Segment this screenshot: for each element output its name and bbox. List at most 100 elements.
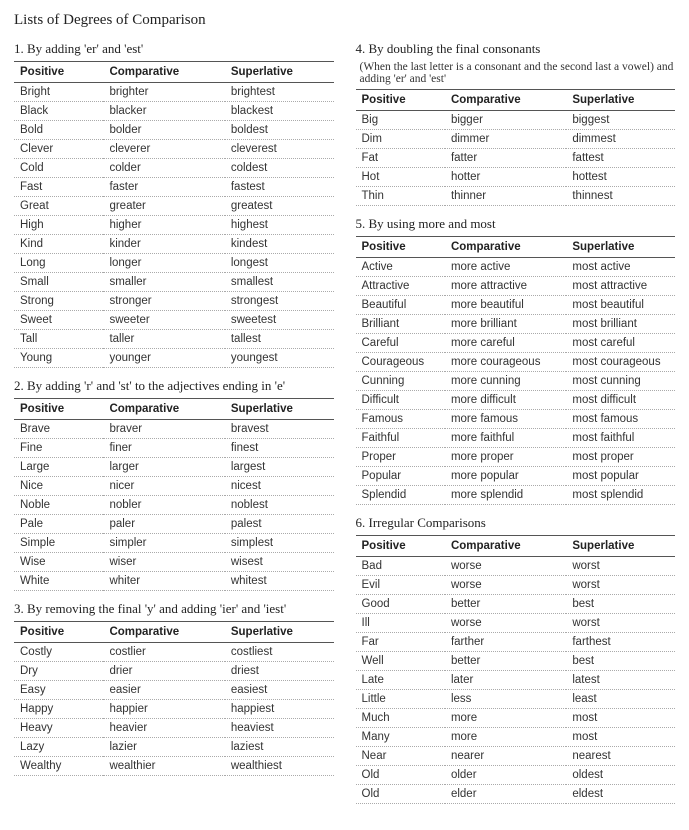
cell-comparative: later bbox=[445, 671, 566, 690]
column-header-comparative: Comparative bbox=[445, 237, 566, 258]
table-row: Costlycostliercostliest bbox=[14, 643, 334, 662]
column-header-comparative: Comparative bbox=[445, 536, 566, 557]
cell-comparative: easier bbox=[103, 681, 224, 700]
cell-comparative: worse bbox=[445, 576, 566, 595]
table-row: Palepalerpalest bbox=[14, 515, 334, 534]
comparison-table: PositiveComparativeSuperlativeCostlycost… bbox=[14, 621, 334, 776]
cell-comparative: costlier bbox=[103, 643, 224, 662]
cell-comparative: more beautiful bbox=[445, 296, 566, 315]
cell-positive: Fat bbox=[356, 149, 445, 168]
section-heading: 3. By removing the final 'y' and adding … bbox=[14, 601, 334, 617]
cell-positive: Fine bbox=[14, 439, 103, 458]
cell-positive: Dim bbox=[356, 130, 445, 149]
cell-superlative: worst bbox=[566, 614, 675, 633]
cell-superlative: most attractive bbox=[566, 277, 675, 296]
table-row: Highhigherhighest bbox=[14, 216, 334, 235]
cell-comparative: smaller bbox=[103, 273, 224, 292]
section-subheading: (When the last letter is a consonant and… bbox=[360, 61, 676, 85]
table-row: Thinthinnerthinnest bbox=[356, 187, 676, 206]
cell-comparative: more bbox=[445, 728, 566, 747]
table-row: Boldbolderboldest bbox=[14, 121, 334, 140]
table-row: Splendidmore splendidmost splendid bbox=[356, 486, 676, 505]
cell-positive: Good bbox=[356, 595, 445, 614]
cell-comparative: more popular bbox=[445, 467, 566, 486]
cell-superlative: most difficult bbox=[566, 391, 675, 410]
cell-positive: Bad bbox=[356, 557, 445, 576]
cell-comparative: heavier bbox=[103, 719, 224, 738]
column-header-positive: Positive bbox=[14, 622, 103, 643]
table-row: Clevercleverercleverest bbox=[14, 140, 334, 159]
left-column: 1. By adding 'er' and 'est'PositiveCompa… bbox=[14, 35, 334, 814]
cell-superlative: biggest bbox=[566, 111, 675, 130]
cell-comparative: drier bbox=[103, 662, 224, 681]
cell-positive: Beautiful bbox=[356, 296, 445, 315]
cell-positive: Proper bbox=[356, 448, 445, 467]
cell-superlative: most brilliant bbox=[566, 315, 675, 334]
table-row: Oldolderoldest bbox=[356, 766, 676, 785]
table-row: Fastfasterfastest bbox=[14, 178, 334, 197]
column-header-positive: Positive bbox=[356, 90, 445, 111]
cell-comparative: happier bbox=[103, 700, 224, 719]
cell-positive: Costly bbox=[14, 643, 103, 662]
cell-superlative: fastest bbox=[225, 178, 334, 197]
column-header-superlative: Superlative bbox=[225, 622, 334, 643]
cell-comparative: older bbox=[445, 766, 566, 785]
table-row: Nearnearernearest bbox=[356, 747, 676, 766]
cell-comparative: farther bbox=[445, 633, 566, 652]
table-row: Activemore activemost active bbox=[356, 258, 676, 277]
cell-positive: Well bbox=[356, 652, 445, 671]
cell-comparative: more cunning bbox=[445, 372, 566, 391]
cell-positive: Big bbox=[356, 111, 445, 130]
cell-positive: Fast bbox=[14, 178, 103, 197]
cell-comparative: whiter bbox=[103, 572, 224, 591]
cell-superlative: most famous bbox=[566, 410, 675, 429]
section-heading: 2. By adding 'r' and 'st' to the adjecti… bbox=[14, 378, 334, 394]
cell-superlative: most bbox=[566, 728, 675, 747]
section-heading: 6. Irregular Comparisons bbox=[356, 515, 676, 531]
cell-superlative: wisest bbox=[225, 553, 334, 572]
cell-superlative: most proper bbox=[566, 448, 675, 467]
cell-comparative: longer bbox=[103, 254, 224, 273]
cell-superlative: smallest bbox=[225, 273, 334, 292]
cell-comparative: cleverer bbox=[103, 140, 224, 159]
cell-comparative: bigger bbox=[445, 111, 566, 130]
table-row: Whitewhiterwhitest bbox=[14, 572, 334, 591]
cell-superlative: farthest bbox=[566, 633, 675, 652]
table-row: Drydrierdriest bbox=[14, 662, 334, 681]
table-row: Beautifulmore beautifulmost beautiful bbox=[356, 296, 676, 315]
column-header-comparative: Comparative bbox=[103, 62, 224, 83]
cell-positive: Heavy bbox=[14, 719, 103, 738]
table-row: Coldcoldercoldest bbox=[14, 159, 334, 178]
column-header-comparative: Comparative bbox=[103, 622, 224, 643]
cell-comparative: faster bbox=[103, 178, 224, 197]
cell-comparative: larger bbox=[103, 458, 224, 477]
cell-comparative: braver bbox=[103, 420, 224, 439]
cell-positive: Thin bbox=[356, 187, 445, 206]
cell-positive: Pale bbox=[14, 515, 103, 534]
cell-comparative: more bbox=[445, 709, 566, 728]
cell-superlative: kindest bbox=[225, 235, 334, 254]
cell-comparative: more courageous bbox=[445, 353, 566, 372]
cell-positive: Much bbox=[356, 709, 445, 728]
table-row: Largelargerlargest bbox=[14, 458, 334, 477]
cell-comparative: colder bbox=[103, 159, 224, 178]
cell-superlative: blackest bbox=[225, 102, 334, 121]
cell-comparative: more proper bbox=[445, 448, 566, 467]
cell-superlative: simplest bbox=[225, 534, 334, 553]
section-heading: 5. By using more and most bbox=[356, 216, 676, 232]
table-row: Attractivemore attractivemost attractive bbox=[356, 277, 676, 296]
table-row: Youngyoungeryoungest bbox=[14, 349, 334, 368]
cell-positive: Small bbox=[14, 273, 103, 292]
table-row: Illworseworst bbox=[356, 614, 676, 633]
cell-positive: Great bbox=[14, 197, 103, 216]
table-row: Kindkinderkindest bbox=[14, 235, 334, 254]
comparison-table: PositiveComparativeSuperlativeBadworsewo… bbox=[356, 535, 676, 804]
cell-superlative: most active bbox=[566, 258, 675, 277]
cell-comparative: nobler bbox=[103, 496, 224, 515]
table-row: Brightbrighterbrightest bbox=[14, 83, 334, 102]
comparison-table: PositiveComparativeSuperlativeActivemore… bbox=[356, 236, 676, 505]
cell-superlative: worst bbox=[566, 557, 675, 576]
table-row: Oldeldereldest bbox=[356, 785, 676, 804]
cell-positive: Wealthy bbox=[14, 757, 103, 776]
table-row: Littlelessleast bbox=[356, 690, 676, 709]
